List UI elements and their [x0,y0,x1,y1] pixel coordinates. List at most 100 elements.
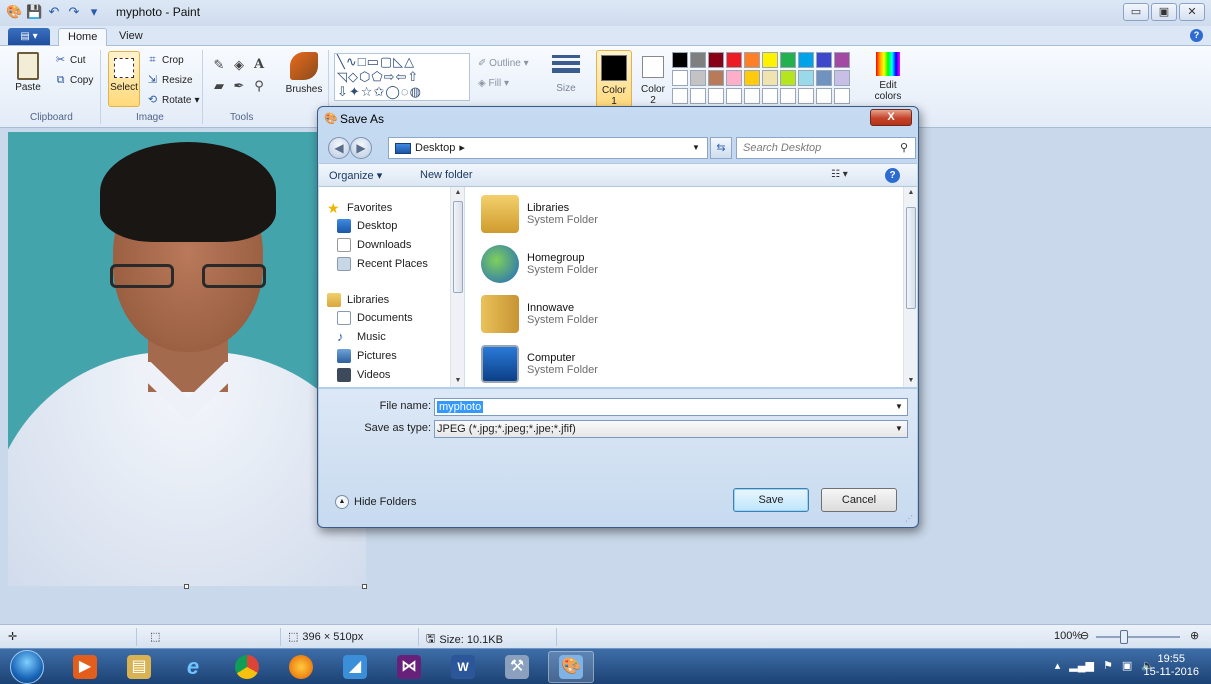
fill-bucket-icon[interactable]: ◈ [230,56,248,74]
minimize-button[interactable]: ▭ [1123,3,1149,21]
taskbar-chrome[interactable] [224,651,270,683]
list-item[interactable]: Libraries System Folder [481,195,598,233]
undo-icon[interactable]: ↶ [46,4,62,20]
nav-downloads[interactable]: Downloads [337,238,411,252]
size-button[interactable]: Size [546,52,586,94]
nav-documents[interactable]: Documents [337,311,413,325]
taskbar-app-blue[interactable]: ◢ [332,651,378,683]
signal-icon[interactable]: ▂▄▆ [1069,659,1094,672]
file-menu-button[interactable]: ▤ ▾ [8,28,50,45]
palette-swatch[interactable] [798,88,814,104]
flag-icon[interactable]: ⚑ [1103,659,1113,672]
taskbar-firefox[interactable] [278,651,324,683]
back-button[interactable]: ◀ [328,137,350,159]
shapes-gallery[interactable]: ╲∿□▭▢◺△ ◹◇⬡⬠⇨⇦⇧ ⇩✦☆✩◯◌◍ [334,53,470,101]
show-hidden-icons[interactable]: ▴ [1055,659,1061,672]
taskbar-explorer[interactable]: ▤ [116,651,162,683]
dialog-help-icon[interactable]: ? [885,168,900,183]
zoom-in-button[interactable]: ⊕ [1190,629,1199,642]
cancel-button[interactable]: Cancel [821,488,897,512]
redo-icon[interactable]: ↷ [66,4,82,20]
palette-swatch[interactable] [708,52,724,68]
file-name-input[interactable]: myphoto ▼ [434,398,908,416]
palette-swatch[interactable] [726,88,742,104]
zoom-slider-track[interactable] [1096,636,1180,638]
palette-swatch[interactable] [762,88,778,104]
palette-swatch[interactable] [816,70,832,86]
palette-swatch[interactable] [690,88,706,104]
magnifier-icon[interactable]: ⚲ [250,77,268,95]
paint-app-icon[interactable]: 🎨 [6,4,22,20]
color1-button[interactable]: Color 1 [596,50,632,110]
palette-swatch[interactable] [780,52,796,68]
maximize-button[interactable]: ▣ [1151,3,1177,21]
select-button[interactable]: Select [108,51,140,107]
palette-swatch[interactable] [744,88,760,104]
palette-swatch[interactable] [834,52,850,68]
clock[interactable]: 19:55 15-11-2016 [1144,653,1199,679]
nav-videos[interactable]: Videos [337,368,390,382]
save-type-select[interactable]: JPEG (*.jpg;*.jpeg;*.jpe;*.jfif) ▼ [434,420,908,438]
palette-swatch[interactable] [726,52,742,68]
new-folder-button[interactable]: New folder [420,169,473,181]
palette-swatch[interactable] [762,70,778,86]
customize-qat-icon[interactable]: ▾ [86,4,102,20]
resize-handle-corner[interactable] [362,584,367,589]
color2-button[interactable]: Color 2 [636,50,670,110]
color-picker-icon[interactable]: ✒ [230,77,248,95]
palette-swatch[interactable] [744,70,760,86]
taskbar-tools-app[interactable]: ⚒ [494,651,540,683]
scroll-down-arrow[interactable]: ▼ [451,375,465,387]
eraser-icon[interactable]: ▰ [210,77,228,95]
palette-swatch[interactable] [672,70,688,86]
copy-button[interactable]: ⧉ Copy [54,74,94,87]
pencil-icon[interactable]: ✎ [210,56,228,74]
palette-swatch[interactable] [708,88,724,104]
palette-swatch[interactable] [690,52,706,68]
tab-home[interactable]: Home [58,28,108,46]
save-icon[interactable]: 💾 [26,4,42,20]
close-button[interactable]: ✕ [1179,3,1205,21]
list-item[interactable]: Innowave System Folder [481,295,598,333]
nav-recent-places[interactable]: Recent Places [337,257,428,271]
save-button[interactable]: Save [733,488,809,512]
palette-swatch[interactable] [834,70,850,86]
palette-swatch[interactable] [672,88,688,104]
zoom-slider-thumb[interactable] [1120,630,1128,644]
resize-handle-bottom[interactable] [184,584,189,589]
palette-swatch[interactable] [708,70,724,86]
taskbar-visual-studio[interactable]: ⋈ [386,651,432,683]
palette-swatch[interactable] [726,70,742,86]
refresh-button[interactable]: ⇆ [710,137,732,159]
address-bar[interactable]: Desktop ▸ [388,137,708,159]
organize-button[interactable]: Organize ▾ [329,169,382,182]
save-type-dropdown-icon[interactable]: ▼ [893,421,905,437]
scroll-up-arrow[interactable]: ▲ [451,187,465,199]
nav-libraries[interactable]: Libraries [327,293,389,307]
scroll-down-arrow[interactable]: ▼ [904,375,918,387]
hide-folders-button[interactable]: ▲ Hide Folders [335,495,416,509]
paste-button[interactable]: Paste [8,52,48,93]
network-icon[interactable]: ▣ [1122,659,1132,672]
palette-swatch[interactable] [834,88,850,104]
nav-desktop[interactable]: Desktop [337,219,397,233]
nav-pane-scrollbar[interactable]: ▲ ▼ [450,187,464,387]
outline-button[interactable]: ✐ Outline ▾ [478,54,529,74]
palette-swatch[interactable] [798,52,814,68]
start-button[interactable] [10,650,44,684]
list-item[interactable]: Homegroup System Folder [481,245,598,283]
help-icon[interactable]: ? [1190,29,1203,42]
palette-swatch[interactable] [780,88,796,104]
search-input[interactable]: Search Desktop ⚲ [736,137,916,159]
file-name-dropdown-icon[interactable]: ▼ [893,399,905,415]
dialog-close-button[interactable]: X [870,109,912,126]
nav-music[interactable]: ♪ Music [337,330,386,344]
nav-favorites[interactable]: ★ Favorites [327,201,392,215]
change-view-icon[interactable]: ☷ ▾ [831,169,853,180]
palette-swatch[interactable] [780,70,796,86]
address-dropdown-button[interactable]: ▼ [688,137,704,159]
palette-swatch[interactable] [762,52,778,68]
taskbar-word[interactable]: W [440,651,486,683]
navigation-pane[interactable]: ★ Favorites Desktop Downloads Recent Pla… [319,187,465,387]
rotate-button[interactable]: ⟲ Rotate ▾ [146,94,200,107]
